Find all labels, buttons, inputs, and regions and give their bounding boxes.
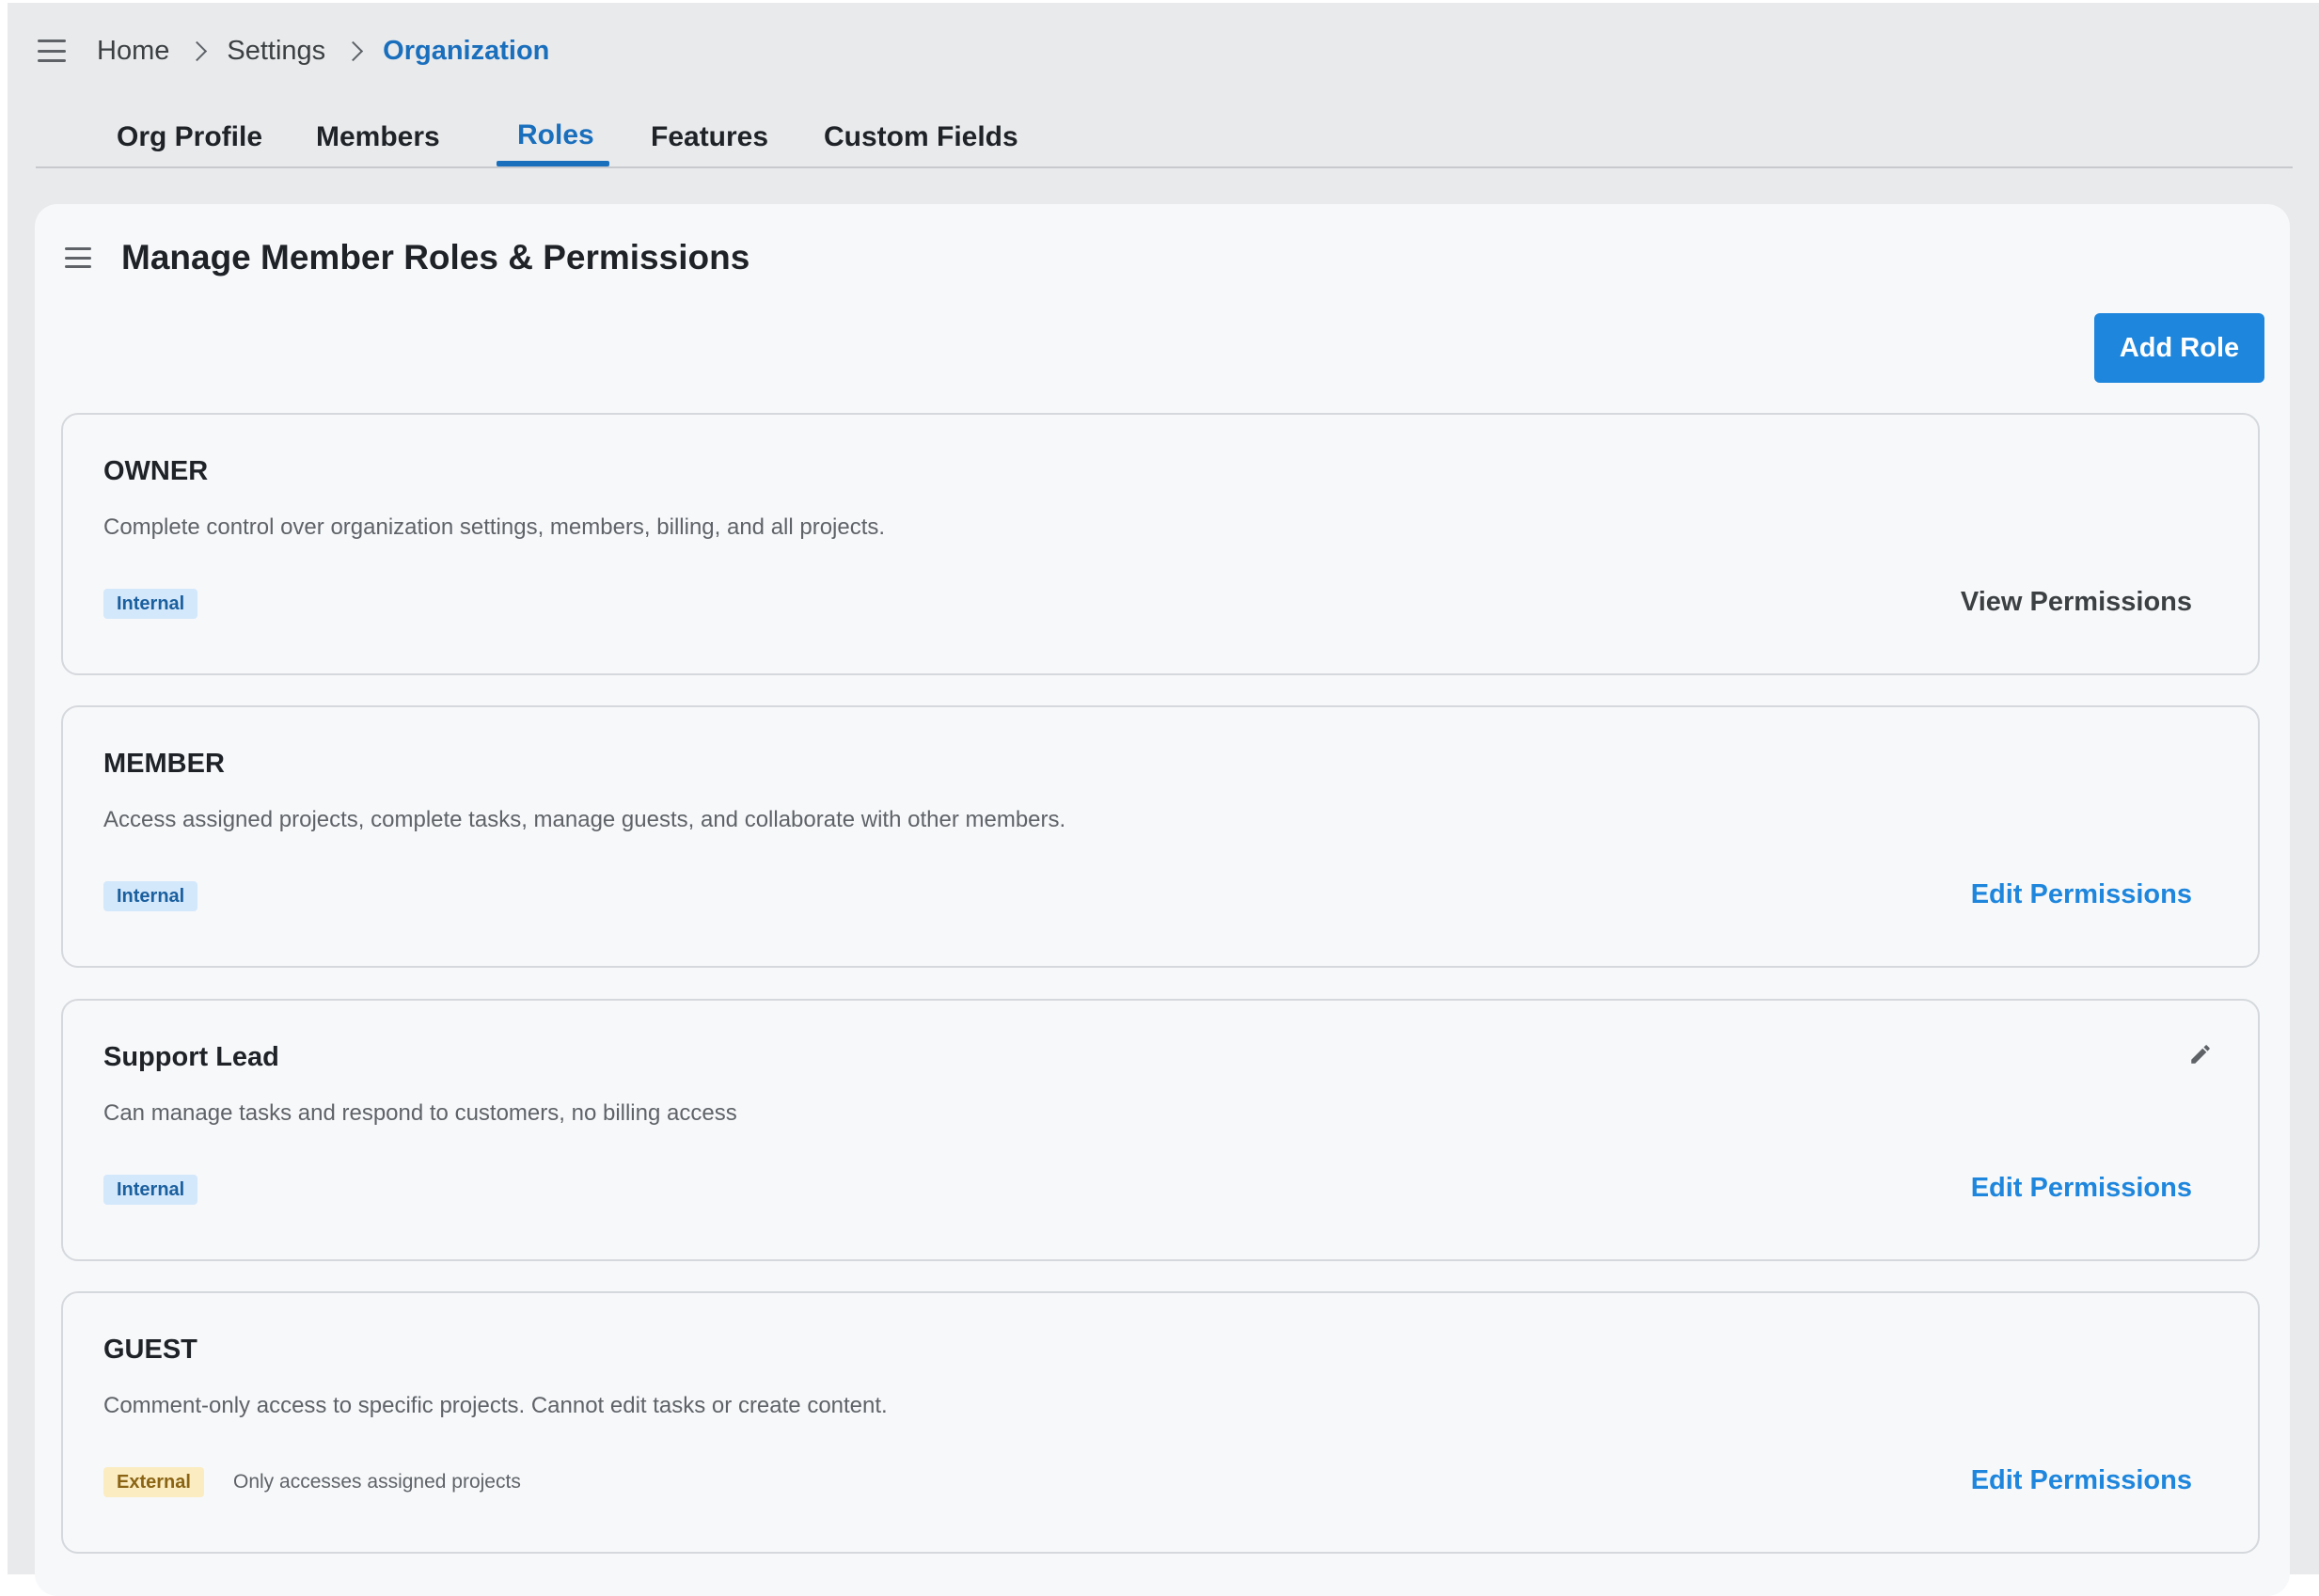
panel-header: Manage Member Roles & Permissions: [65, 238, 749, 277]
breadcrumb-home[interactable]: Home: [97, 36, 169, 67]
tab-custom-fields[interactable]: Custom Fields: [824, 108, 1018, 166]
badge-note: Only accesses assigned projects: [233, 1471, 521, 1493]
pencil-icon[interactable]: [2188, 1042, 2213, 1067]
role-card-guest: GUEST Comment-only access to specific pr…: [61, 1291, 2260, 1554]
role-description: Complete control over organization setti…: [103, 514, 886, 540]
edit-permissions-button[interactable]: Edit Permissions: [1971, 1465, 2192, 1496]
breadcrumb-organization: Organization: [383, 35, 550, 66]
breadcrumb-settings[interactable]: Settings: [227, 36, 325, 67]
role-description: Can manage tasks and respond to customer…: [103, 1100, 737, 1126]
role-type-badge: Internal: [103, 881, 198, 911]
roles-panel: Manage Member Roles & Permissions Add Ro…: [35, 204, 2290, 1596]
chevron-right-icon: [187, 40, 208, 61]
role-description: Access assigned projects, complete tasks…: [103, 807, 1066, 832]
tab-org-profile[interactable]: Org Profile: [117, 108, 262, 166]
role-name: MEMBER: [103, 749, 225, 779]
edit-permissions-button[interactable]: Edit Permissions: [1971, 1173, 2192, 1204]
role-card-owner: OWNER Complete control over organization…: [61, 413, 2260, 675]
tab-features[interactable]: Features: [651, 108, 768, 166]
add-role-button[interactable]: Add Role: [2094, 313, 2264, 383]
settings-tabs: Org Profile Members Roles Features Custo…: [36, 108, 2293, 168]
hamburger-menu-icon[interactable]: [38, 40, 66, 62]
edit-permissions-button[interactable]: Edit Permissions: [1971, 879, 2192, 910]
role-type-badge: External: [103, 1467, 204, 1497]
view-permissions-button[interactable]: View Permissions: [1961, 587, 2192, 618]
panel-title: Manage Member Roles & Permissions: [121, 238, 750, 277]
role-name: OWNER: [103, 456, 209, 486]
hamburger-menu-icon[interactable]: [65, 247, 91, 268]
active-tab-indicator: [497, 161, 609, 166]
role-name: GUEST: [103, 1335, 197, 1365]
chevron-right-icon: [343, 40, 364, 61]
role-type-badge: Internal: [103, 589, 198, 619]
tab-members[interactable]: Members: [316, 108, 440, 166]
role-name: Support Lead: [103, 1042, 279, 1072]
tab-roles[interactable]: Roles: [517, 106, 594, 165]
role-type-badge: Internal: [103, 1175, 198, 1205]
role-description: Comment-only access to specific projects…: [103, 1393, 888, 1418]
settings-app: Home Settings Organization Org Profile M…: [8, 3, 2319, 1596]
breadcrumb: Home Settings Organization: [38, 28, 549, 73]
role-card-member: MEMBER Access assigned projects, complet…: [61, 705, 2260, 968]
role-card-support-lead: Support Lead Can manage tasks and respon…: [61, 999, 2260, 1261]
